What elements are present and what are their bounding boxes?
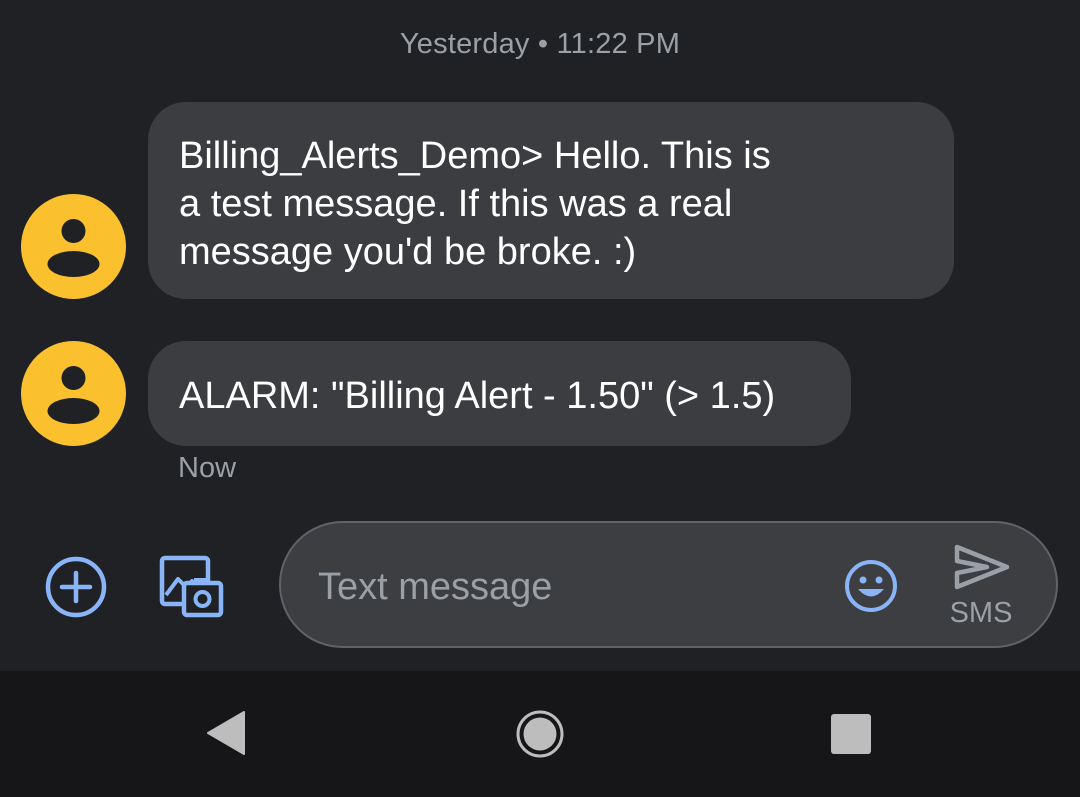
date-separator: Yesterday • 11:22 PM (399, 28, 681, 60)
message-text-line: ALARM: "Billing Alert - 1.50" (> 1.5) (179, 375, 776, 417)
back-triangle-icon (207, 711, 245, 755)
message-text-line: message you'd be broke. :) (179, 231, 637, 273)
emoji-icon (845, 560, 897, 612)
message-text-line: Billing_Alerts_Demo> Hello. This is (179, 135, 771, 177)
send-sms-button[interactable]: SMS (936, 541, 1026, 633)
home-circle-icon (516, 710, 564, 758)
home-button[interactable] (515, 709, 565, 759)
message-text-line: a test message. If this was a real (179, 183, 733, 225)
system-navigation-bar (0, 671, 1080, 797)
gallery-camera-icon (159, 555, 224, 618)
message-bubble[interactable]: Billing_Alerts_Demo> Hello. This is a te… (148, 102, 954, 299)
message-bubble[interactable]: ALARM: "Billing Alert - 1.50" (> 1.5) (148, 341, 851, 446)
message-input[interactable] (318, 557, 818, 617)
contact-avatar[interactable] (21, 341, 126, 446)
add-circle-icon (45, 556, 107, 618)
recents-square-icon (831, 714, 871, 754)
gallery-button[interactable] (156, 553, 226, 623)
emoji-button[interactable] (844, 559, 898, 618)
back-button[interactable] (200, 707, 250, 759)
message-timestamp: Now (178, 452, 237, 484)
send-icon (954, 544, 1010, 590)
compose-bar: SMS (279, 521, 1058, 648)
send-mode-label: SMS (949, 597, 1013, 629)
contact-avatar[interactable] (21, 194, 126, 299)
person-avatar-icon (47, 219, 100, 277)
person-avatar-icon (47, 366, 100, 424)
add-attachment-button[interactable] (43, 554, 109, 620)
recents-button[interactable] (830, 713, 872, 755)
